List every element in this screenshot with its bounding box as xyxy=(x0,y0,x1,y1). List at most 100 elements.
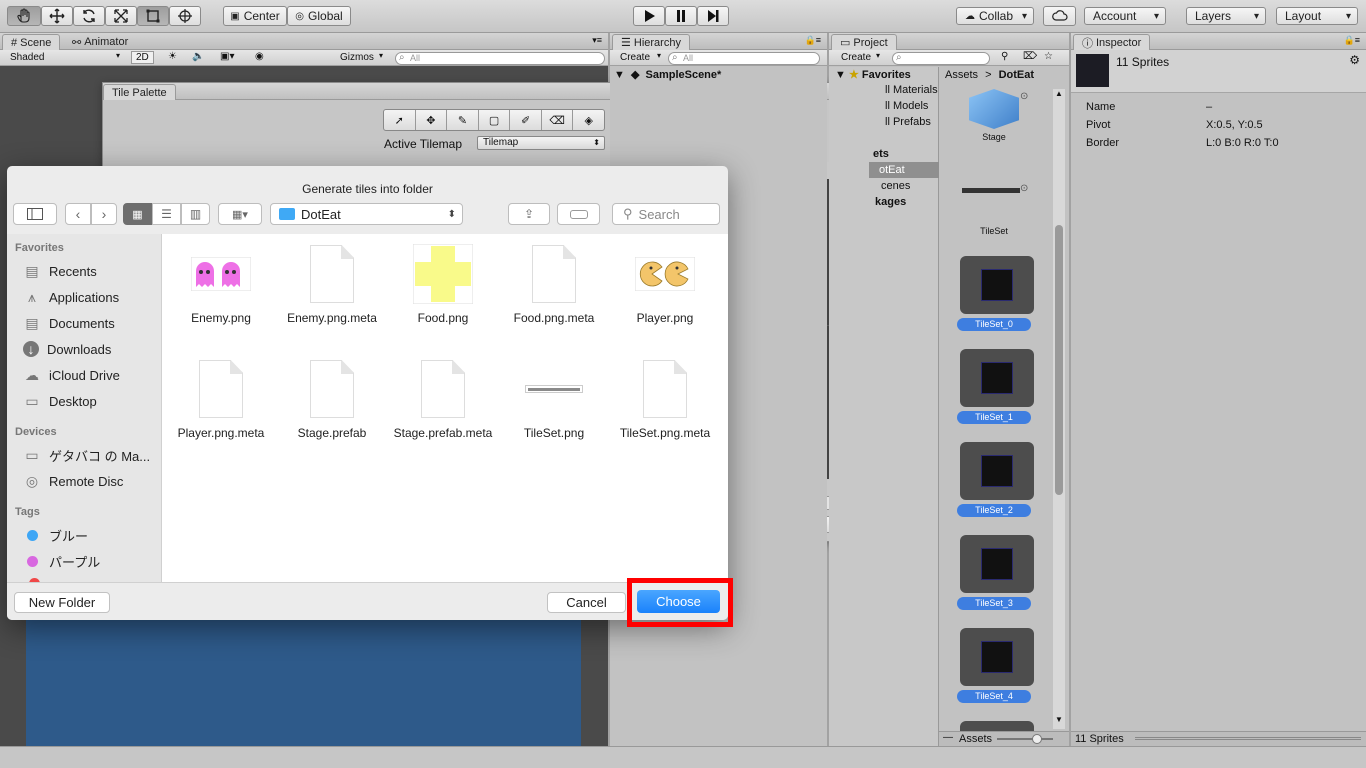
tile-label[interactable]: TileSet_3 xyxy=(957,597,1031,610)
play-button[interactable] xyxy=(633,6,665,26)
favorite-star-icon[interactable]: ☆ xyxy=(1044,51,1053,62)
file-stage-prefab[interactable]: Stage.prefab xyxy=(282,359,382,441)
preview-drag-handle[interactable] xyxy=(1135,737,1361,740)
select-tool-icon[interactable]: ➚ xyxy=(384,110,416,130)
tile-label[interactable]: TileSet_4 xyxy=(957,690,1031,703)
cancel-button[interactable]: Cancel xyxy=(547,592,626,613)
play-circle-icon[interactable]: ⊙ xyxy=(1020,91,1028,102)
share-button[interactable]: ⇪ xyxy=(508,203,550,225)
tile-label[interactable]: TileSet_1 xyxy=(957,411,1031,424)
project-search-input[interactable] xyxy=(892,52,990,65)
box-fill-icon[interactable]: ▢ xyxy=(479,110,511,130)
hand-tool-button[interactable] xyxy=(7,6,41,26)
project-scrollbar[interactable]: ▲ ▼ xyxy=(1053,89,1065,729)
asset-label-tileset[interactable]: TileSet xyxy=(957,226,1031,236)
sidebar-item-icloud[interactable]: ☁ iCloud Drive xyxy=(23,364,120,386)
choose-button[interactable]: Choose xyxy=(637,590,720,613)
tileset-sprite-2[interactable] xyxy=(960,442,1034,500)
filter-type-icon[interactable]: ⚲ xyxy=(1001,51,1008,62)
tree-item-materials[interactable]: ll Materials xyxy=(885,84,938,96)
tree-item-prefabs[interactable]: ll Prefabs xyxy=(885,116,931,128)
collab-dropdown[interactable]: ☁ Collab xyxy=(956,7,1034,25)
audio-icon[interactable]: 🔈 xyxy=(192,51,204,62)
pivot-center-button[interactable]: ▣ Center xyxy=(223,6,287,26)
lock-menu-icon[interactable]: 🔒≡ xyxy=(1344,35,1360,46)
move-tool-button[interactable] xyxy=(41,6,73,26)
fill-icon[interactable]: ◈ xyxy=(573,110,604,130)
tree-item-assets[interactable]: ets xyxy=(873,148,889,160)
tileset-thumbnail[interactable] xyxy=(962,188,1020,193)
sidebar-item-this-mac[interactable]: ▭ ゲタバコ の Ma... xyxy=(23,444,150,466)
scene-search-input[interactable]: All xyxy=(395,52,605,65)
file-tileset-png[interactable]: TileSet.png xyxy=(504,359,604,441)
file-enemy-png[interactable]: Enemy.png xyxy=(171,244,271,326)
pivot-global-button[interactable]: ◎ Global xyxy=(287,6,351,26)
sidebar-item-remote-disc[interactable]: ◎ Remote Disc xyxy=(23,470,124,492)
tileset-sprite-1[interactable] xyxy=(960,349,1034,407)
tab-animator[interactable]: ⚯ Animator xyxy=(64,34,136,50)
thumbnail-size-slider[interactable] xyxy=(997,738,1053,740)
sidebar-item-applications[interactable]: ⩚ Applications xyxy=(23,286,119,308)
transform-tool-button[interactable] xyxy=(169,6,201,26)
mode-2d-toggle[interactable]: 2D xyxy=(131,51,154,64)
filter-label-icon[interactable]: ⌦ xyxy=(1023,51,1037,62)
sidebar-tag-purple[interactable]: パープル xyxy=(23,550,100,572)
eraser-icon[interactable]: ⌫ xyxy=(542,110,574,130)
sidebar-item-documents[interactable]: ▤ Documents xyxy=(23,312,114,334)
project-create-button[interactable]: Create xyxy=(841,52,871,63)
scroll-up-icon[interactable]: ▲ xyxy=(1055,89,1063,98)
list-view-button[interactable]: ☰ xyxy=(152,203,181,225)
hierarchy-search-input[interactable]: All xyxy=(668,52,820,65)
gizmos-dropdown[interactable]: Gizmos xyxy=(340,52,374,63)
tab-scene[interactable]: # Scene xyxy=(2,34,61,50)
tree-item-models[interactable]: ll Models xyxy=(885,100,928,112)
picker-icon[interactable]: ✐ xyxy=(510,110,542,130)
sidebar-item-downloads[interactable]: ↓ Downloads xyxy=(23,338,111,360)
tile-label[interactable]: TileSet_2 xyxy=(957,504,1031,517)
tile-label[interactable]: TileSet_0 xyxy=(957,318,1031,331)
light-icon[interactable]: ☀ xyxy=(168,51,177,62)
scroll-down-icon[interactable]: ▼ xyxy=(1055,715,1063,724)
tree-item-packages[interactable]: kages xyxy=(875,196,906,208)
prefab-cube-icon[interactable] xyxy=(969,89,1019,129)
scene-root-item[interactable]: ▼ ◆ SampleScene* xyxy=(614,68,721,81)
tag-button[interactable] xyxy=(557,203,600,225)
play-circle-icon[interactable]: ⊙ xyxy=(1020,183,1028,194)
asset-label-stage[interactable]: Stage xyxy=(957,132,1031,142)
brush-icon[interactable]: ✎ xyxy=(447,110,479,130)
active-tilemap-dropdown[interactable]: Tilemap ⬍ xyxy=(477,136,605,150)
tab-hierarchy[interactable]: ☰ Hierarchy xyxy=(612,34,690,50)
tab-project[interactable]: ▭ Project xyxy=(831,34,897,50)
file-player-png-meta[interactable]: Player.png.meta xyxy=(171,359,271,441)
breadcrumb-assets[interactable]: Assets xyxy=(945,69,978,81)
file-enemy-png-meta[interactable]: Enemy.png.meta xyxy=(282,244,382,326)
icon-view-button[interactable]: ▦ xyxy=(123,203,152,225)
tileset-sprite-3[interactable] xyxy=(960,535,1034,593)
tree-item-doteat[interactable]: otEat xyxy=(869,162,939,178)
forward-button[interactable]: › xyxy=(91,203,117,225)
preview-title[interactable]: 11 Sprites xyxy=(1075,733,1124,745)
tree-item-scenes[interactable]: cenes xyxy=(881,180,910,192)
account-dropdown[interactable]: Account xyxy=(1084,7,1166,25)
scrollbar-thumb[interactable] xyxy=(1055,225,1063,495)
breadcrumb-doteat[interactable]: DotEat xyxy=(999,69,1034,81)
location-popup[interactable]: DotEat ⬍ xyxy=(270,203,463,225)
file-stage-prefab-meta[interactable]: Stage.prefab.meta xyxy=(393,359,493,441)
file-food-png-meta[interactable]: Food.png.meta xyxy=(504,244,604,326)
tab-tile-palette[interactable]: Tile Palette xyxy=(103,84,176,100)
back-button[interactable]: ‹ xyxy=(65,203,91,225)
rect-tool-button[interactable] xyxy=(137,6,169,26)
tileset-sprite-4[interactable] xyxy=(960,628,1034,686)
effects-icon[interactable]: ▣▾ xyxy=(220,51,234,62)
group-menu-button[interactable]: ▦▾ xyxy=(218,203,262,225)
slider-knob[interactable] xyxy=(1032,734,1042,744)
file-food-png[interactable]: Food.png xyxy=(393,244,493,326)
lock-menu-icon[interactable]: 🔒≡ xyxy=(805,35,821,46)
column-view-button[interactable]: ▥ xyxy=(181,203,210,225)
layers-dropdown[interactable]: Layers xyxy=(1186,7,1266,25)
move-tile-icon[interactable]: ✥ xyxy=(416,110,448,130)
favorites-tree-item[interactable]: ▼ ★ Favorites xyxy=(835,68,911,81)
new-folder-button[interactable]: New Folder xyxy=(14,592,110,613)
scale-tool-button[interactable] xyxy=(105,6,137,26)
rotate-tool-button[interactable] xyxy=(73,6,105,26)
